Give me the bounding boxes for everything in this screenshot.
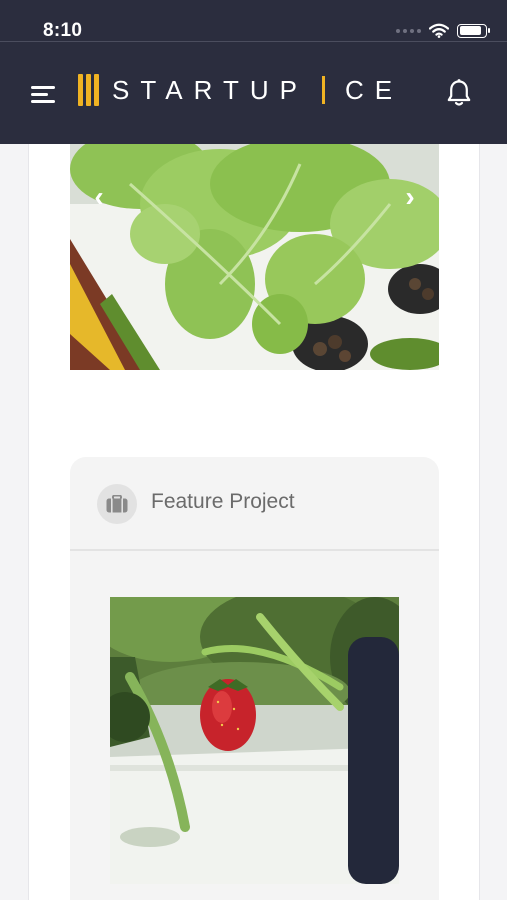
signal-dots-icon xyxy=(396,28,421,33)
project-image[interactable] xyxy=(110,597,399,884)
status-bar: 8:10 xyxy=(0,0,507,44)
feature-project-card: Feature Project xyxy=(70,457,439,900)
app-logo: STARTUP CE xyxy=(78,74,403,106)
chevron-right-icon[interactable]: › xyxy=(395,182,425,212)
app-header: 8:10 STARTUP CE xyxy=(0,0,507,144)
image-carousel[interactable]: ‹ › xyxy=(70,144,439,370)
status-divider xyxy=(0,41,507,42)
hamburger-menu-icon[interactable] xyxy=(28,78,60,108)
wifi-icon xyxy=(429,23,449,38)
main-content: ‹ › Feature Project xyxy=(28,144,480,900)
nav-bar: STARTUP CE xyxy=(0,60,507,126)
lettuce-photo xyxy=(70,144,439,370)
feature-project-header[interactable]: Feature Project xyxy=(70,457,439,551)
bell-icon[interactable] xyxy=(446,78,472,108)
status-icons xyxy=(396,23,490,38)
status-time: 8:10 xyxy=(43,20,83,41)
chevron-left-icon[interactable]: ‹ xyxy=(84,182,114,212)
logo-text-left: STARTUP xyxy=(112,74,308,105)
logo-text-right: CE xyxy=(344,74,404,105)
feature-project-title: Feature Project xyxy=(151,490,295,513)
logo-divider xyxy=(321,76,325,104)
battery-icon xyxy=(457,23,490,38)
briefcase-icon xyxy=(97,484,137,524)
logo-mark-icon xyxy=(78,74,100,106)
strawberry-photo xyxy=(110,597,399,884)
